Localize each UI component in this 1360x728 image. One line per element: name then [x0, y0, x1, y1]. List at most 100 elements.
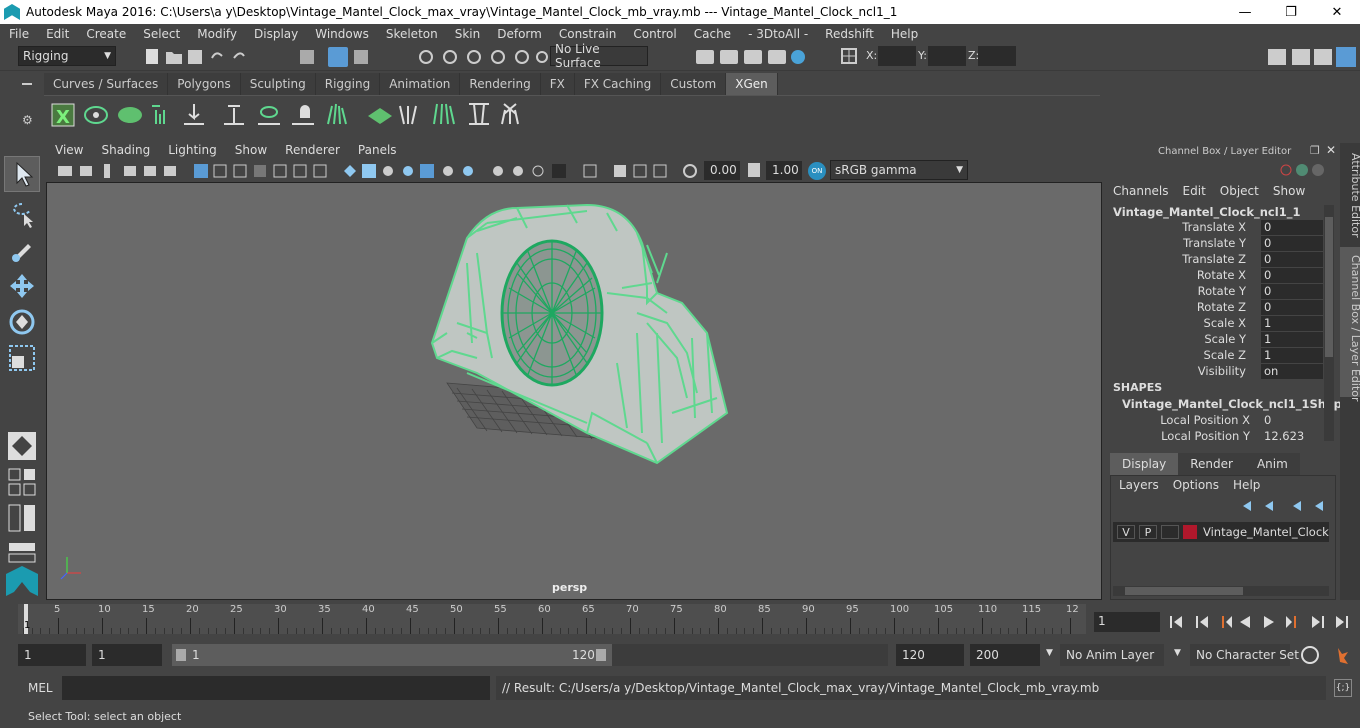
- lasso-tool-icon[interactable]: [6, 198, 38, 230]
- rotate-tool-icon[interactable]: [6, 306, 38, 338]
- tab-polygons[interactable]: Polygons: [168, 73, 241, 95]
- four-panel-icon[interactable]: [6, 466, 38, 498]
- cb-menu-edit[interactable]: Edit: [1176, 184, 1213, 200]
- tab-fx[interactable]: FX: [540, 73, 575, 95]
- gear-icon[interactable]: ⚙: [22, 113, 33, 127]
- layout-icons[interactable]: [1266, 45, 1358, 69]
- maya-shelf-logo-icon[interactable]: [4, 564, 40, 598]
- vp-menu-view[interactable]: View: [46, 143, 92, 159]
- layer-menu-help[interactable]: Help: [1226, 478, 1267, 492]
- range-handle-left[interactable]: [176, 649, 186, 661]
- attr-value[interactable]: 1: [1261, 332, 1323, 347]
- select-tool-button[interactable]: [4, 156, 40, 192]
- menu-edit[interactable]: Edit: [37, 27, 77, 41]
- minimize-button[interactable]: —: [1222, 0, 1268, 24]
- attr-value[interactable]: 0: [1261, 284, 1323, 299]
- float-icon[interactable]: ❐: [1310, 144, 1320, 157]
- attr-value[interactable]: 0: [1261, 300, 1323, 315]
- attr-row[interactable]: Translate X 0: [1106, 220, 1326, 236]
- cb-menu-channels[interactable]: Channels: [1106, 184, 1176, 200]
- playback-controls[interactable]: [1166, 612, 1360, 632]
- menu-help[interactable]: Help: [882, 27, 926, 41]
- channel-box-scrollbar[interactable]: [1324, 205, 1334, 441]
- attr-value[interactable]: 0: [1261, 413, 1323, 428]
- current-frame-field[interactable]: 1: [1094, 612, 1160, 632]
- layer-action-icons[interactable]: [1235, 498, 1335, 514]
- tab-sculpting[interactable]: Sculpting: [240, 73, 316, 95]
- y-field[interactable]: [928, 46, 966, 66]
- close-button[interactable]: ✕: [1314, 0, 1360, 24]
- auto-key-icons[interactable]: [1298, 644, 1358, 666]
- layer-type-toggle[interactable]: [1161, 525, 1179, 539]
- command-input[interactable]: [62, 676, 490, 700]
- xgen-shelf-icons[interactable]: X: [44, 96, 564, 136]
- attr-row[interactable]: Translate Z 0: [1106, 252, 1326, 268]
- maximize-button[interactable]: ❐: [1268, 0, 1314, 24]
- menu-redshift[interactable]: Redshift: [816, 27, 882, 41]
- chevron-down-icon[interactable]: ▼: [1174, 648, 1181, 658]
- outliner-icon[interactable]: [6, 540, 38, 564]
- z-field[interactable]: [978, 46, 1016, 66]
- menu-skeleton[interactable]: Skeleton: [377, 27, 446, 41]
- attr-row[interactable]: Scale Z 1: [1106, 348, 1326, 364]
- shape-name[interactable]: Vintage_Mantel_Clock_ncl1_1Shape: [1122, 397, 1350, 411]
- layer-color-swatch[interactable]: [1183, 525, 1197, 539]
- layer-hscrollbar[interactable]: [1113, 586, 1329, 596]
- tab-rigging[interactable]: Rigging: [315, 73, 381, 95]
- menu-cache[interactable]: Cache: [685, 27, 739, 41]
- close-icon[interactable]: ✕: [1326, 143, 1336, 157]
- playback-start-field[interactable]: 1: [92, 644, 162, 666]
- menu-constrain[interactable]: Constrain: [550, 27, 625, 41]
- layer-name[interactable]: Vintage_Mantel_Clock: [1203, 525, 1329, 539]
- attr-row[interactable]: Rotate Y 0: [1106, 284, 1326, 300]
- gamma-field[interactable]: 1.00: [766, 161, 802, 180]
- tab-xgen[interactable]: XGen: [726, 73, 778, 95]
- mode-selector[interactable]: Rigging ▼: [18, 46, 116, 66]
- clock-model-wireframe[interactable]: [47, 183, 1101, 599]
- layer-menu-layers[interactable]: Layers: [1111, 478, 1166, 492]
- menu-deform[interactable]: Deform: [488, 27, 550, 41]
- menu-select[interactable]: Select: [134, 27, 188, 41]
- attr-value[interactable]: on: [1261, 364, 1323, 379]
- attr-value[interactable]: 12.623: [1261, 429, 1323, 444]
- range-slider[interactable]: 1 120: [172, 644, 612, 666]
- character-set-selector[interactable]: No Character Set: [1190, 644, 1299, 666]
- tab-anim[interactable]: Anim: [1244, 453, 1300, 475]
- tab-custom[interactable]: Custom: [661, 73, 727, 95]
- attr-value[interactable]: 0: [1261, 236, 1323, 251]
- tab-attribute-editor[interactable]: Attribute Editor: [1342, 153, 1360, 238]
- tab-rendering[interactable]: Rendering: [460, 73, 541, 95]
- vp-menu-renderer[interactable]: Renderer: [276, 143, 349, 159]
- menu-control[interactable]: Control: [624, 27, 684, 41]
- vp-menu-lighting[interactable]: Lighting: [159, 143, 226, 159]
- tab-render[interactable]: Render: [1178, 453, 1245, 475]
- attr-row[interactable]: Translate Y 0: [1106, 236, 1326, 252]
- menu-modify[interactable]: Modify: [188, 27, 245, 41]
- attr-row[interactable]: Scale Y 1: [1106, 332, 1326, 348]
- menu-file[interactable]: File: [0, 27, 37, 41]
- layer-row[interactable]: V P Vintage_Mantel_Clock: [1113, 522, 1329, 542]
- color-management-icon[interactable]: ON: [808, 162, 826, 180]
- chevron-down-icon[interactable]: ▼: [1046, 648, 1053, 658]
- live-surface-field[interactable]: No Live Surface: [550, 42, 648, 70]
- exposure-field[interactable]: 0.00: [704, 161, 740, 180]
- attr-value[interactable]: 1: [1261, 348, 1323, 363]
- x-field[interactable]: [878, 46, 916, 66]
- attr-row[interactable]: Local Position Y 12.623: [1106, 429, 1326, 445]
- menu-icon[interactable]: [22, 83, 32, 85]
- attr-row[interactable]: Rotate Z 0: [1106, 300, 1326, 316]
- object-name[interactable]: Vintage_Mantel_Clock_ncl1_1: [1113, 205, 1300, 219]
- layer-playback-toggle[interactable]: P: [1139, 525, 1157, 539]
- vp-menu-panels[interactable]: Panels: [349, 143, 406, 159]
- attr-row[interactable]: Visibility on: [1106, 364, 1326, 380]
- menu-windows[interactable]: Windows: [306, 27, 377, 41]
- attr-row[interactable]: Scale X 1: [1106, 316, 1326, 332]
- menu-create[interactable]: Create: [77, 27, 134, 41]
- cb-menu-show[interactable]: Show: [1266, 184, 1312, 200]
- mel-label[interactable]: MEL: [28, 681, 53, 695]
- quad-layout-icon[interactable]: [6, 430, 38, 462]
- attr-row[interactable]: Rotate X 0: [1106, 268, 1326, 284]
- attr-value[interactable]: 0: [1261, 252, 1323, 267]
- menu-display[interactable]: Display: [245, 27, 306, 41]
- tab-display[interactable]: Display: [1110, 453, 1179, 475]
